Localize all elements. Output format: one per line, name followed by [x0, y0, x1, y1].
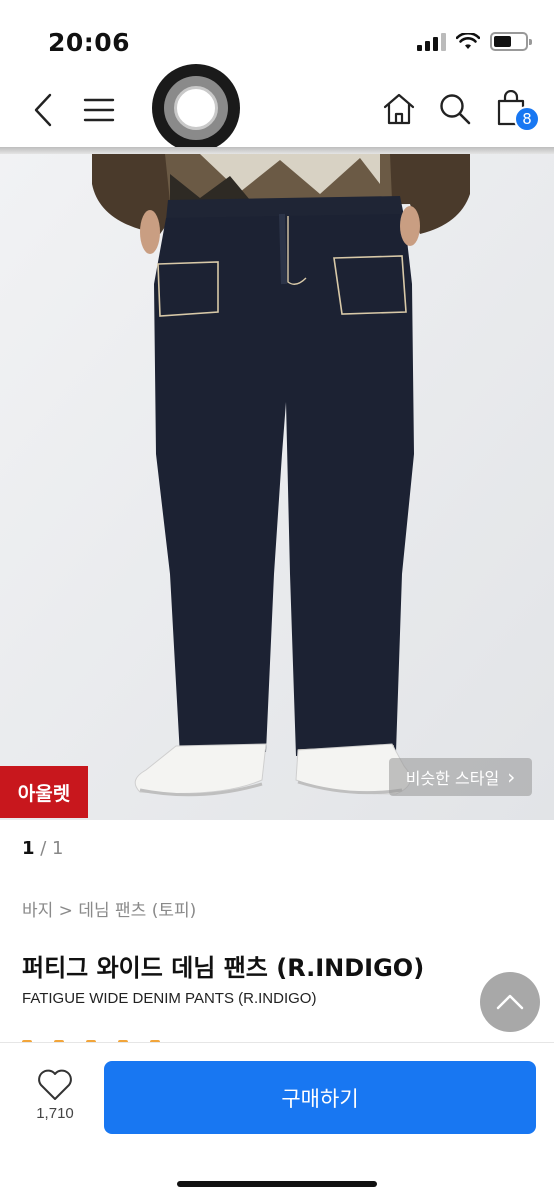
- similar-style-button[interactable]: 비슷한 스타일 ›: [389, 758, 532, 796]
- image-pager: 1 / 1: [22, 838, 64, 859]
- cart-count-badge: 8: [514, 106, 540, 132]
- similar-style-label: 비슷한 스타일: [405, 769, 500, 788]
- chevron-up-icon: [496, 994, 524, 1010]
- cart-button[interactable]: 8: [494, 88, 540, 132]
- home-indicator: [177, 1181, 377, 1187]
- scroll-to-top-button[interactable]: [480, 972, 540, 1032]
- buy-button[interactable]: 구매하기: [104, 1061, 536, 1134]
- home-button[interactable]: [380, 90, 418, 128]
- status-time: 20:06: [48, 28, 131, 57]
- hamburger-menu-icon: [83, 98, 115, 122]
- cellular-signal-icon: [417, 32, 446, 51]
- like-count: 1,710: [36, 1105, 74, 1122]
- chevron-right-icon: ›: [507, 765, 516, 789]
- product-image[interactable]: [0, 154, 554, 820]
- product-title: 퍼티그 와이드 데님 팬츠 (R.INDIGO): [22, 954, 425, 982]
- battery-icon: [490, 32, 532, 51]
- nav-divider: [0, 147, 554, 154]
- back-button[interactable]: [26, 90, 60, 130]
- chevron-left-icon: [34, 93, 52, 127]
- denim-pants-photo: [0, 154, 554, 820]
- heart-icon: [38, 1069, 72, 1100]
- search-icon: [440, 94, 471, 125]
- menu-button[interactable]: [80, 92, 118, 128]
- bottom-action-bar: 1,710 구매하기: [0, 1042, 554, 1200]
- top-nav: 8: [0, 62, 554, 154]
- wifi-icon: [456, 32, 480, 49]
- product-subtitle: FATIGUE WIDE DENIM PANTS (R.INDIGO): [22, 990, 317, 1007]
- search-button[interactable]: [436, 90, 474, 128]
- breadcrumb[interactable]: 바지 > 데님 팬츠 (토피): [22, 896, 196, 921]
- status-icons: [417, 32, 532, 51]
- brand-logo[interactable]: [152, 64, 240, 152]
- like-button[interactable]: 1,710: [26, 1069, 84, 1139]
- pager-total: / 1: [34, 838, 64, 859]
- home-icon: [383, 93, 415, 125]
- pager-current: 1: [22, 838, 35, 859]
- outlet-badge: 아울렛: [0, 766, 88, 818]
